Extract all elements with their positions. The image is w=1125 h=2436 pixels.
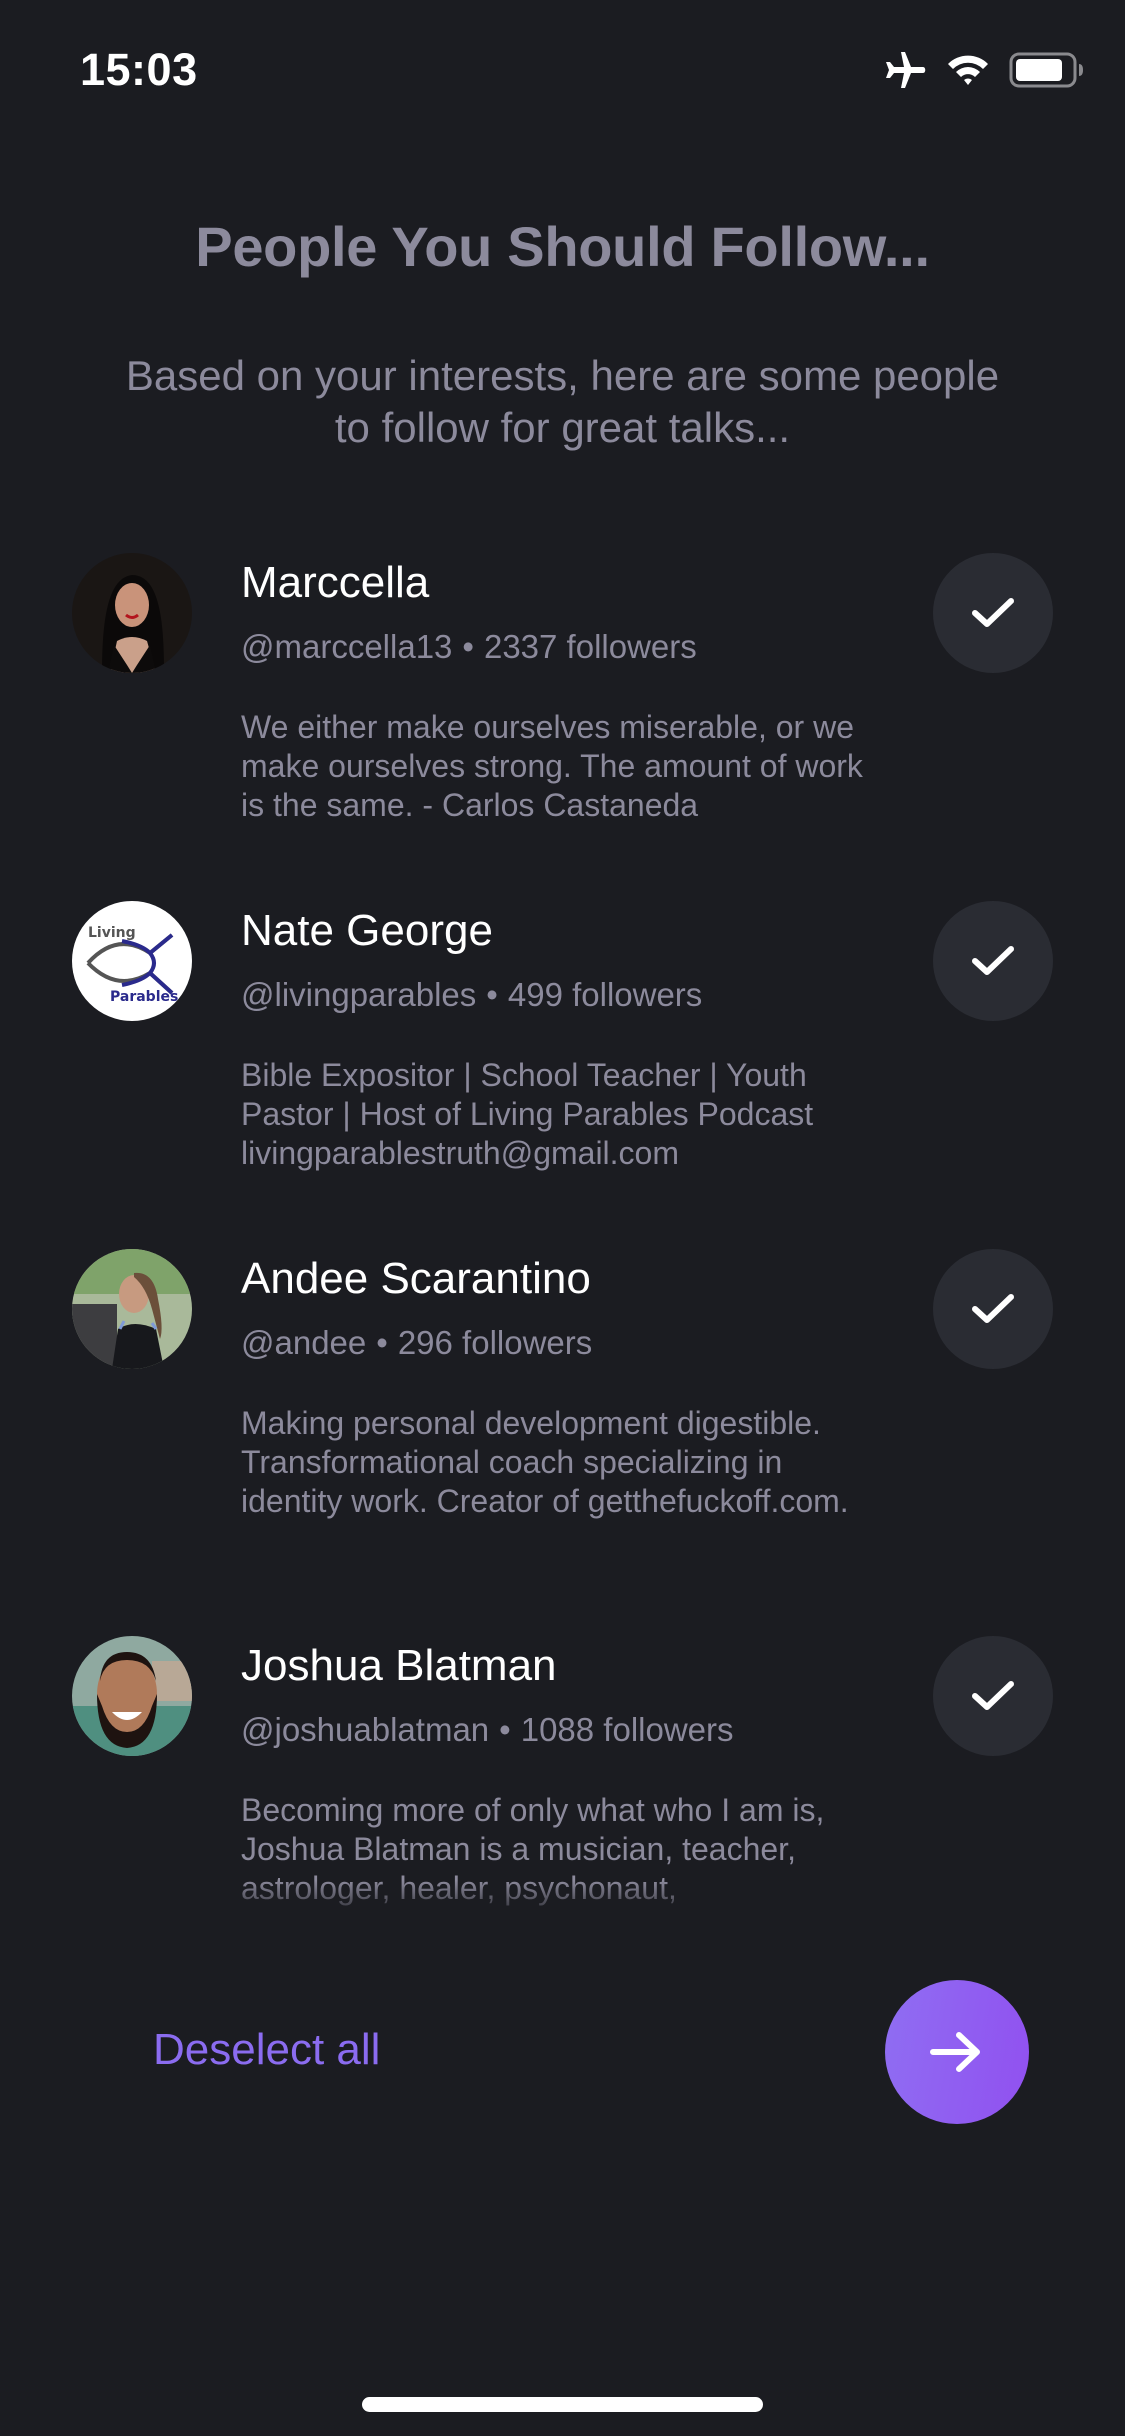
- avatar[interactable]: [72, 553, 192, 673]
- wifi-icon: [945, 52, 991, 88]
- status-icons: [883, 48, 1085, 92]
- person-name[interactable]: Nate George: [241, 906, 493, 956]
- person-name[interactable]: Andee Scarantino: [241, 1254, 591, 1304]
- next-button[interactable]: [885, 1980, 1029, 2124]
- person-meta: @marccella13 • 2337 followers: [241, 628, 697, 666]
- person-handle: @livingparables: [241, 976, 477, 1013]
- person-handle: @andee: [241, 1324, 367, 1361]
- follow-toggle-button[interactable]: [933, 1636, 1053, 1756]
- status-time: 15:03: [80, 44, 198, 95]
- follower-count: 296 followers: [397, 1324, 593, 1361]
- page-title: People You Should Follow...: [195, 215, 930, 278]
- person-meta: @joshuablatman • 1088 followers: [241, 1711, 734, 1749]
- deselect-all-button[interactable]: Deselect all: [153, 2025, 380, 2075]
- separator-dot: •: [376, 1324, 388, 1361]
- person-meta: @livingparables • 499 followers: [241, 976, 702, 1014]
- avatar-photo-icon: [72, 553, 192, 673]
- checkmark-icon: [972, 598, 1014, 627]
- living-parables-logo-icon: Living Parables: [72, 901, 192, 1021]
- person-handle: @marccella13: [241, 628, 453, 665]
- arrow-right-icon: [930, 2032, 980, 2072]
- avatar-photo-icon: [72, 1249, 192, 1369]
- svg-text:Parables: Parables: [110, 989, 178, 1005]
- avatar[interactable]: [72, 1249, 192, 1369]
- separator-dot: •: [499, 1711, 511, 1748]
- airplane-mode-icon: [883, 50, 927, 90]
- status-bar: 15:03: [0, 0, 1125, 140]
- person-bio: Making personal development digestible. …: [241, 1405, 849, 1519]
- avatar-photo-icon: [72, 1636, 192, 1756]
- checkmark-icon: [972, 946, 1014, 975]
- battery-icon: [1009, 52, 1085, 88]
- separator-dot: •: [462, 628, 474, 665]
- list-fade-overlay: [0, 1880, 1125, 1920]
- person-bio: We either make ourselves miserable, or w…: [241, 709, 863, 823]
- page-subtitle: Based on your interests, here are some p…: [125, 352, 1000, 451]
- avatar[interactable]: [72, 1636, 192, 1756]
- follow-toggle-button[interactable]: [933, 901, 1053, 1021]
- person-meta: @andee • 296 followers: [241, 1324, 592, 1362]
- svg-text:Living: Living: [88, 925, 136, 941]
- person-bio: Bible Expositor | School Teacher | Youth…: [241, 1057, 814, 1171]
- person-handle: @joshuablatman: [241, 1711, 490, 1748]
- follower-count: 1088 followers: [520, 1711, 734, 1748]
- checkmark-icon: [972, 1294, 1014, 1323]
- follow-toggle-button[interactable]: [933, 1249, 1053, 1369]
- follow-toggle-button[interactable]: [933, 553, 1053, 673]
- people-list[interactable]: Marccella @marccella13 • 2337 followers We…: [0, 550, 1125, 1920]
- avatar[interactable]: Living Parables: [72, 901, 192, 1021]
- follower-count: 2337 followers: [483, 628, 697, 665]
- person-name[interactable]: Joshua Blatman: [241, 1641, 557, 1691]
- home-indicator[interactable]: [362, 2397, 763, 2412]
- separator-dot: •: [486, 976, 498, 1013]
- checkmark-icon: [972, 1681, 1014, 1710]
- follower-count: 499 followers: [507, 976, 703, 1013]
- person-name[interactable]: Marccella: [241, 558, 429, 608]
